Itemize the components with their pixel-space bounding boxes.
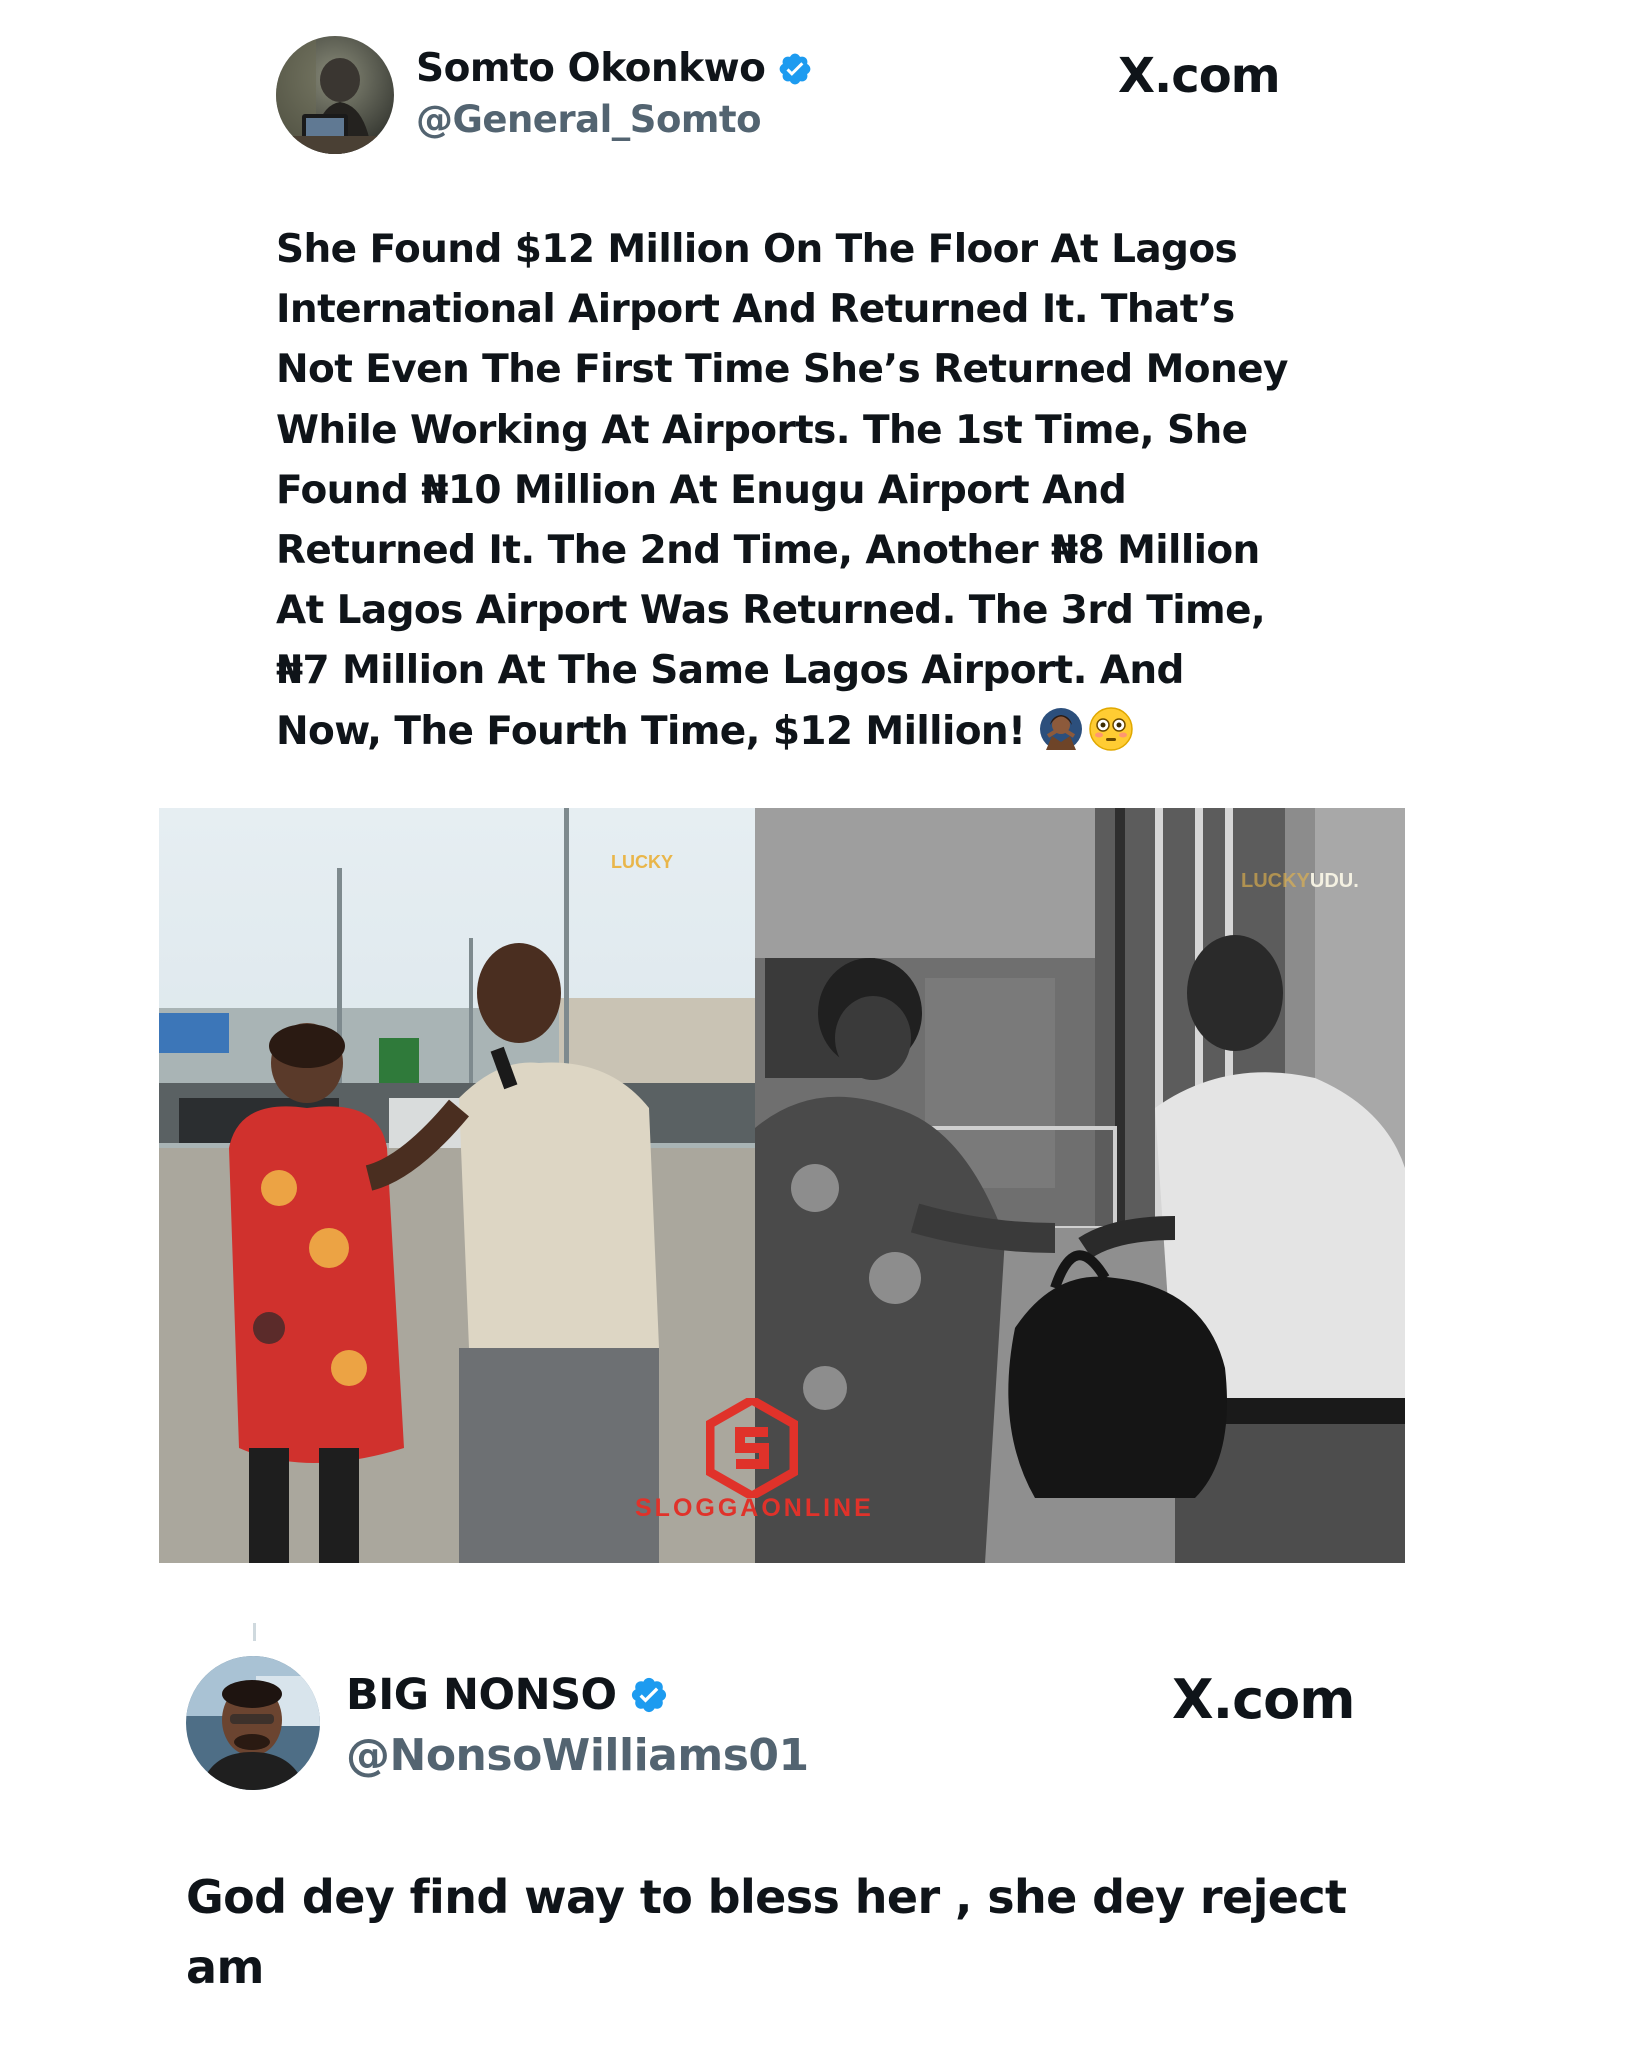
post-text-line: Now, The Fourth Time, $12 Million! (276, 708, 1026, 754)
avatar-image (276, 36, 394, 154)
media-left-photo: LUCKY (159, 808, 755, 1563)
post-text-line: ₦7 Million At The Same Lagos Airport. An… (276, 648, 1184, 694)
sloggaonline-logo-icon (705, 1394, 799, 1502)
thread-connector-line (253, 1623, 256, 1641)
author-name[interactable]: Somto Okonkwo (416, 46, 766, 91)
reply-author-name-row: BIG NONSO (346, 1670, 669, 1720)
post-text-line: At Lagos Airport Was Returned. The 3rd T… (276, 588, 1266, 634)
post-text-line: She Found $12 Million On The Floor At La… (276, 227, 1238, 272)
verified-badge-icon (629, 1675, 669, 1715)
left-photo-image (159, 808, 755, 1563)
watermark-sloggaonline: SLOGGAONLINE (635, 1494, 874, 1522)
author-name-row: Somto Okonkwo (416, 46, 813, 91)
post-text-line: Not Even The First Time She’s Returned M… (276, 347, 1288, 393)
x-logo-icon: X.com (1118, 48, 1281, 104)
author-avatar[interactable] (276, 36, 394, 154)
author-handle[interactable]: @General_Somto (416, 98, 762, 141)
reply-source-label[interactable]: X.com (1172, 1668, 1356, 1731)
watermark-udu-part: UDU. (1309, 870, 1359, 892)
post-text-line: While Working At Airports. The 1st Time,… (276, 407, 1248, 453)
reply-author-name[interactable]: BIG NONSO (346, 1670, 617, 1720)
flushed-face-emoji-icon (1088, 706, 1134, 752)
reply-author-handle[interactable]: @NonsoWilliams01 (346, 1730, 809, 1781)
right-photo-image (755, 808, 1405, 1563)
watermark-lucky-left: LUCKY (611, 852, 673, 872)
watermark-lucky-udu-right: LUCKYUDU. (1241, 870, 1359, 893)
x-logo-icon: X.com (1172, 1668, 1356, 1731)
post-media[interactable]: LUCKY LUCKYUDU. SLOGGAONLINE (159, 808, 1405, 1563)
person-gesturing-no-emoji-icon (1038, 706, 1084, 752)
verified-badge-icon (777, 51, 813, 87)
reply-text-line: am (186, 1940, 264, 1994)
reply-author-avatar[interactable] (186, 1656, 320, 1790)
post-text-line: Found ₦10 Million At Enugu Airport And (276, 467, 1127, 513)
post-text: She Found $12 Million On The Floor At La… (276, 220, 1288, 762)
reply-text: God dey find way to bless her , she dey … (186, 1862, 1347, 2002)
post-text-line: Returned It. The 2nd Time, Another ₦8 Mi… (276, 528, 1260, 574)
reply-avatar-image (186, 1656, 320, 1790)
post-text-last-line: Now, The Fourth Time, $12 Million! (276, 702, 1288, 762)
post-text-line: International Airport And Returned It. T… (276, 287, 1235, 333)
reply-text-line: God dey find way to bless her , she dey … (186, 1870, 1347, 1924)
watermark-lucky-part: LUCKY (1241, 870, 1310, 892)
source-label[interactable]: X.com (1118, 48, 1281, 104)
media-right-photo: LUCKYUDU. (755, 808, 1405, 1563)
